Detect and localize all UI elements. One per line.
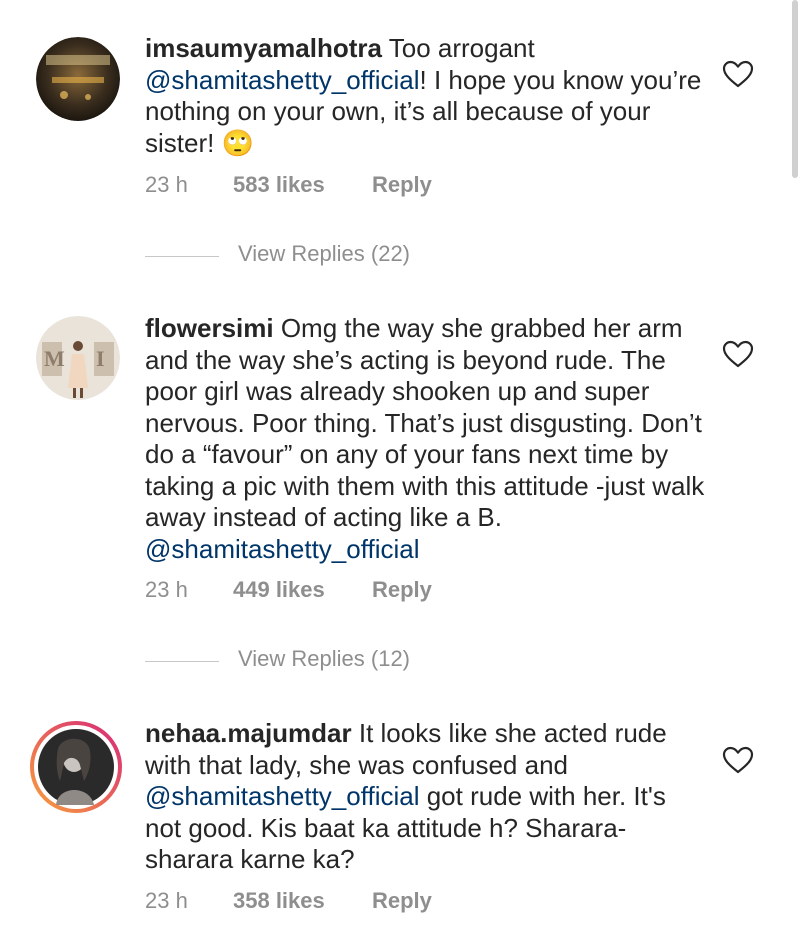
scrollbar[interactable]: [792, 0, 798, 178]
likes-count[interactable]: 449 likes: [233, 577, 325, 603]
like-heart-icon[interactable]: [722, 340, 754, 368]
comment-text: imsaumyamalhotra Too arrogant @shamitash…: [145, 33, 705, 159]
likes-count[interactable]: 358 likes: [233, 888, 325, 914]
likes-count[interactable]: 583 likes: [233, 172, 325, 198]
comment-timestamp: 23 h: [145, 888, 188, 913]
view-replies-label: View Replies (12): [238, 646, 411, 671]
svg-text:I: I: [96, 346, 105, 371]
like-heart-icon[interactable]: [722, 60, 754, 88]
reply-button[interactable]: Reply: [372, 577, 432, 603]
reply-button[interactable]: Reply: [372, 888, 432, 914]
avatar[interactable]: M I: [36, 316, 120, 400]
like-heart-icon[interactable]: [722, 746, 754, 774]
comment-username[interactable]: imsaumyamalhotra: [145, 33, 382, 63]
comment-text: flowersimi Omg the way she grabbed her a…: [145, 313, 705, 565]
comment-timestamp: 23 h: [145, 577, 188, 602]
reply-button[interactable]: Reply: [372, 172, 432, 198]
comment-text: nehaa.majumdar It looks like she acted r…: [145, 718, 705, 876]
comment-text-start: Omg the way she grabbed her arm and the …: [145, 313, 705, 532]
comment-username[interactable]: nehaa.majumdar: [145, 718, 352, 748]
comment-mention[interactable]: @shamitashetty_official: [145, 65, 420, 95]
svg-text:M: M: [44, 346, 65, 371]
comment-timestamp: 23 h: [145, 172, 188, 197]
comment-username[interactable]: flowersimi: [145, 313, 274, 343]
comment-text-start: Too arrogant: [381, 33, 535, 63]
comment-mention[interactable]: @shamitashetty_official: [145, 781, 420, 811]
view-replies-label: View Replies (22): [238, 241, 411, 266]
comment-mention[interactable]: @shamitashetty_official: [145, 534, 420, 564]
avatar[interactable]: [36, 37, 120, 121]
divider-line: [145, 661, 219, 662]
avatar[interactable]: [28, 719, 124, 815]
divider-line: [145, 256, 219, 257]
